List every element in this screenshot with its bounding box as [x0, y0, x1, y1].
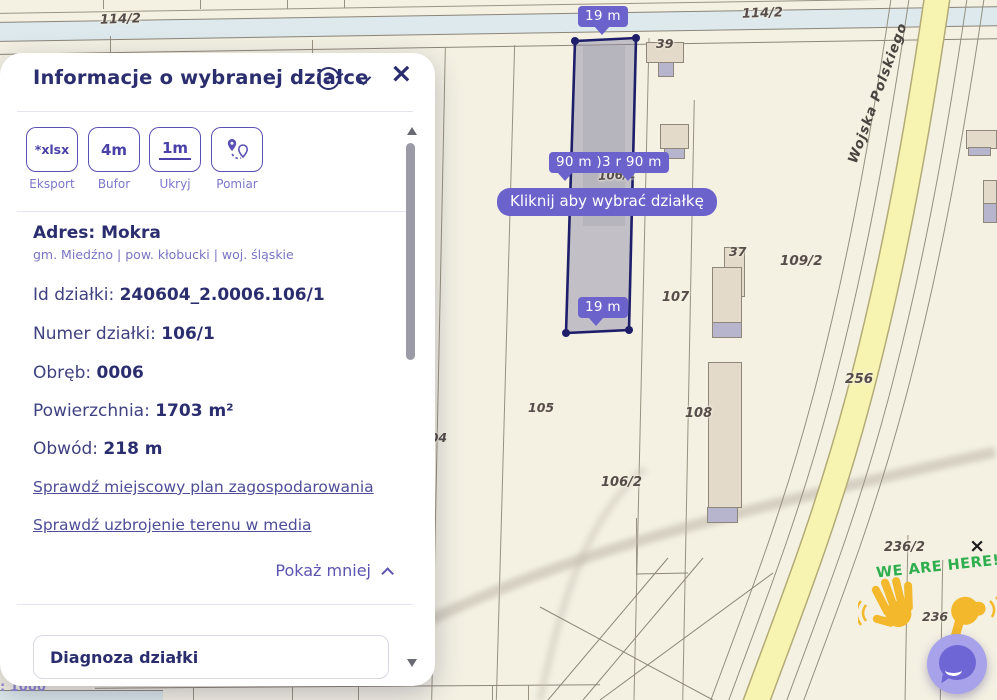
buffer-button[interactable]: 4m [88, 127, 140, 172]
map-label: 114/2 [742, 5, 783, 21]
help-icon[interactable]: ? [317, 67, 340, 90]
field-precinct: Obręb: 0006 [33, 363, 144, 383]
parcel-line [492, 685, 493, 700]
hide-caption: Ukryj [145, 177, 205, 191]
measure-pins-icon [224, 137, 250, 163]
map-label: 39 [656, 36, 673, 51]
map-label: 37 [729, 244, 746, 259]
parcel-info-panel: Informacje o wybranej działce ? × *xlsx … [0, 53, 435, 686]
parcel-line [636, 518, 637, 575]
parcel-line [110, 36, 111, 53]
measure-badge-top: 19 m [578, 6, 628, 27]
measure-badge-pointer [594, 26, 610, 35]
scrollbar-thumb[interactable] [406, 143, 415, 360]
scrollbar-up-arrow[interactable] [407, 127, 417, 135]
tool-hide: 1m Ukryj [145, 127, 205, 191]
building-annex [707, 507, 738, 523]
building-37-lower [712, 267, 742, 323]
tool-measure: Pomiar [207, 127, 267, 191]
parcel-line [528, 685, 529, 700]
address-line: Adres: Mokra [33, 223, 161, 243]
link-zoning-plan[interactable]: Sprawdź miejscowy plan zagospodarowania [33, 478, 374, 496]
parcel-line [636, 573, 688, 575]
measure-caption: Pomiar [207, 177, 267, 191]
sticker-close-icon[interactable]: × [969, 537, 985, 556]
divider [17, 211, 413, 212]
parcel-line [312, 40, 313, 53]
map-label: 256 [845, 371, 873, 387]
close-icon[interactable]: × [390, 60, 413, 87]
measure-badge-bar: 90 m )3 r 90 m [549, 152, 669, 173]
tool-export: *xlsx Eksport [22, 127, 82, 191]
map-label: 114/2 [100, 11, 141, 27]
building [983, 180, 997, 204]
measure-badge-pointer [557, 172, 573, 181]
building-annex [983, 203, 997, 223]
building-annex [968, 147, 991, 156]
parcel-line [292, 687, 293, 700]
waving-hand-icon [858, 571, 930, 643]
building-annex [712, 322, 742, 338]
measure-button[interactable] [211, 127, 263, 172]
hide-button[interactable]: 1m [149, 127, 201, 172]
map-label: 105 [528, 400, 554, 415]
tool-buffer: 4m Bufor [84, 127, 144, 191]
chat-widget-button[interactable] [927, 634, 987, 694]
measure-badge-pointer [588, 317, 604, 326]
measure-badge-bottom: 19 m [578, 297, 628, 318]
parcel-line [200, 0, 201, 9]
we-are-here-sticker: × WE ARE HERE! [862, 535, 997, 645]
parcel-line [193, 687, 194, 700]
chevron-up-icon [381, 567, 394, 580]
building [660, 124, 689, 149]
show-less-button[interactable]: Pokaż mniej [275, 561, 390, 580]
parcel-line [344, 0, 345, 8]
field-parcel-number: Numer działki: 106/1 [33, 324, 215, 344]
parcel-line [633, 38, 649, 700]
map-label: 108 [685, 406, 712, 421]
buffer-caption: Bufor [84, 177, 144, 191]
map-label: 107 [662, 290, 689, 305]
parcel-line [358, 686, 359, 700]
measure-badge-pointer [620, 172, 636, 181]
field-area: Powierzchnia: 1703 m² [33, 401, 234, 421]
building-tall [708, 362, 742, 508]
address-subline: gm. Miedźno | pow. kłobucki | woj. śląsk… [33, 247, 294, 262]
building-annex [658, 62, 674, 77]
scrollbar-down-arrow[interactable] [407, 659, 417, 667]
field-perimeter: Obwód: 218 m [33, 439, 163, 459]
link-utilities[interactable]: Sprawdź uzbrojenie terenu w media [33, 516, 312, 534]
map-label: 106/2 [601, 475, 642, 490]
divider [17, 111, 413, 112]
field-parcel-id: Id działki: 240604_2.0006.106/1 [33, 285, 325, 305]
parcel-line [496, 45, 515, 700]
divider [17, 604, 413, 605]
parcel-line [287, 0, 288, 9]
export-button[interactable]: *xlsx [26, 127, 78, 172]
parcel-line [103, 0, 104, 9]
chat-bubble-icon [939, 645, 976, 680]
map-label: 109/2 [780, 253, 823, 269]
map-tooltip: Kliknij aby wybrać działkę [497, 188, 717, 216]
export-caption: Eksport [22, 177, 82, 191]
diagnosis-section[interactable]: Diagnoza działki [33, 635, 389, 679]
